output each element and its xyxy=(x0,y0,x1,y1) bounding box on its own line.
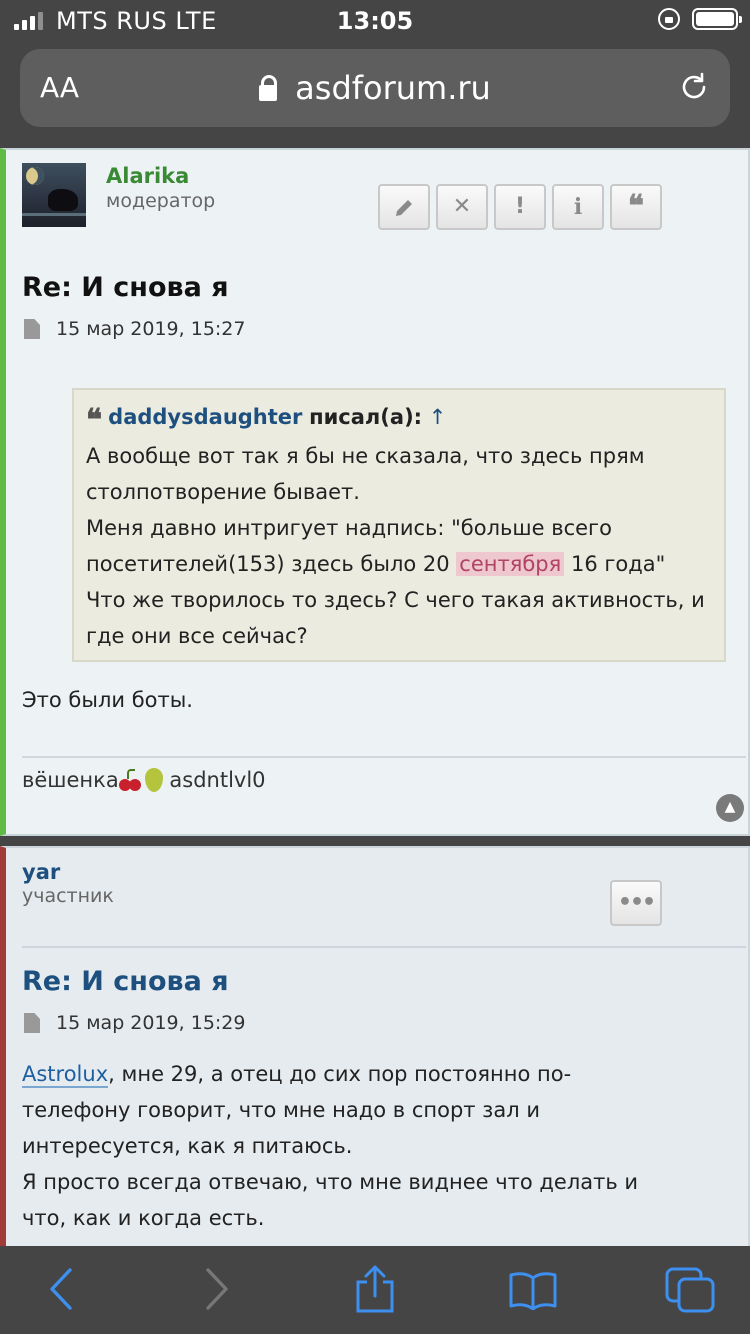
info-icon: i xyxy=(573,194,583,220)
status-bar: MTS RUS LTE 13:05 xyxy=(0,0,750,40)
author-role: модератор xyxy=(106,190,216,212)
quote-line: А вообще вот так я бы не сказала, что зд… xyxy=(86,444,645,468)
post: yar участник ••• Re: И снова я 15 мар 20… xyxy=(0,846,750,1246)
quote-mark-icon: ❝ xyxy=(86,403,103,438)
post: Alarika модератор ✕ ! i ❝ Re: И снова я … xyxy=(0,148,750,836)
edit-icon xyxy=(396,200,412,216)
quote-line: Что же творилось то здесь? С чего такая … xyxy=(86,588,705,612)
url-text: asdforum.ru xyxy=(295,69,491,107)
post-body: Astrolux, мне 29, а отец до сих пор пост… xyxy=(22,1062,639,1230)
quote-wrote-label: писал(а): xyxy=(309,405,423,429)
post-date: 15 мар 2019, 15:29 xyxy=(56,1012,246,1034)
quote-icon: ❝ xyxy=(627,189,645,224)
reload-icon[interactable] xyxy=(678,71,710,103)
quote-line: где они все сейчас? xyxy=(86,624,308,648)
battery-icon xyxy=(692,8,742,30)
divider xyxy=(22,946,746,948)
quote-line: столпотворение бывает. xyxy=(86,480,360,504)
quote-line: посетителей(153) здесь было 20 сентября … xyxy=(86,552,666,576)
post-date: 15 мар 2019, 15:27 xyxy=(56,318,246,340)
post-author[interactable]: yar xyxy=(22,860,60,884)
pear-icon xyxy=(144,768,163,792)
bookmarks-icon[interactable] xyxy=(508,1270,558,1310)
tabs-icon[interactable] xyxy=(664,1266,716,1314)
post-icon xyxy=(24,319,40,339)
go-to-quoted-post-link[interactable]: ↑ xyxy=(429,405,447,429)
delete-icon: ✕ xyxy=(452,194,472,219)
post-author[interactable]: Alarika xyxy=(106,164,189,188)
quote-block: ❝ daddysdaughter писал(а): ↑ А вообще вот… xyxy=(72,388,726,662)
signature-divider xyxy=(22,756,746,758)
cherry-icon xyxy=(118,769,143,791)
post-title[interactable]: Re: И снова я xyxy=(22,966,229,997)
url-field[interactable]: asdforum.ru xyxy=(20,69,730,107)
post-title[interactable]: Re: И снова я xyxy=(22,272,229,303)
post-body: Это были боты. xyxy=(22,688,193,712)
address-bar[interactable]: AA asdforum.ru xyxy=(20,49,730,127)
user-mention-link[interactable]: Astrolux xyxy=(22,1062,109,1088)
signature: вёшенка asdntlvl0 xyxy=(22,768,266,792)
more-actions-button[interactable]: ••• xyxy=(610,880,662,926)
share-icon[interactable] xyxy=(354,1264,396,1314)
avatar[interactable] xyxy=(22,163,86,227)
browser-toolbar xyxy=(0,1246,750,1334)
quote-button[interactable]: ❝ xyxy=(610,184,662,230)
back-to-top-icon[interactable]: ▲ xyxy=(716,794,744,822)
quoted-author-link[interactable]: daddysdaughter xyxy=(108,405,302,429)
author-role: участник xyxy=(22,885,114,907)
delete-button[interactable]: ✕ xyxy=(436,184,488,230)
report-icon: ! xyxy=(514,194,526,219)
quote-line: Меня давно интригует надпись: "больше вс… xyxy=(86,516,612,540)
info-button[interactable]: i xyxy=(552,184,604,230)
edit-button[interactable] xyxy=(378,184,430,230)
highlighted-word: сентября xyxy=(456,552,565,576)
report-button[interactable]: ! xyxy=(494,184,546,230)
lock-icon xyxy=(259,75,278,101)
clock: 13:05 xyxy=(336,7,414,35)
forward-icon[interactable] xyxy=(202,1266,232,1312)
orientation-lock-icon xyxy=(658,8,680,30)
back-icon[interactable] xyxy=(46,1266,76,1312)
post-icon xyxy=(24,1013,40,1033)
